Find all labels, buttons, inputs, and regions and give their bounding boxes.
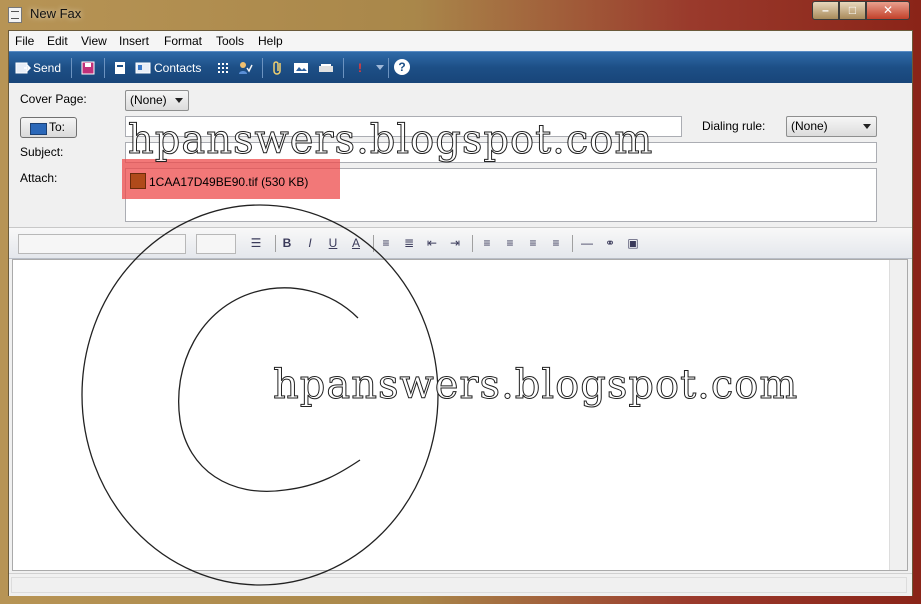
menu-bar: File Edit View Insert Format Tools Help (9, 31, 912, 51)
fax-window: New Fax – □ ✕ File Edit View Insert Form… (0, 0, 921, 604)
title-bar[interactable]: New Fax – □ ✕ (0, 0, 921, 30)
to-button-label: To: (49, 120, 66, 134)
check-names-icon[interactable] (237, 60, 253, 76)
toolbar-separator (71, 58, 72, 78)
toolbar-separator (275, 235, 276, 252)
underline-button[interactable]: U (325, 235, 341, 251)
align-right-icon[interactable]: ≡ (525, 235, 541, 251)
menu-edit[interactable]: Edit (47, 34, 68, 48)
maximize-button[interactable]: □ (839, 1, 866, 20)
tif-file-icon (130, 173, 146, 189)
close-button[interactable]: ✕ (866, 1, 910, 20)
font-color-button[interactable]: A (348, 235, 364, 251)
font-size-select[interactable] (196, 234, 236, 254)
cover-page-label: Cover Page: (20, 92, 87, 106)
insert-image-icon[interactable]: ▣ (625, 235, 641, 251)
toolbar-separator (373, 235, 374, 252)
justify-icon[interactable]: ≡ (548, 235, 564, 251)
align-left-icon[interactable]: ≡ (479, 235, 495, 251)
cover-page-icon[interactable] (112, 60, 128, 76)
main-toolbar: Send Contacts ! ? (9, 51, 912, 83)
bullet-list-icon[interactable]: ≣ (401, 235, 417, 251)
menu-view[interactable]: View (81, 34, 107, 48)
font-name-select[interactable] (18, 234, 186, 254)
subject-label: Subject: (20, 145, 64, 159)
cover-page-value: (None) (130, 93, 167, 107)
save-icon[interactable] (80, 60, 96, 76)
menu-insert[interactable]: Insert (119, 34, 149, 48)
menu-help[interactable]: Help (258, 34, 283, 48)
chevron-down-icon (175, 98, 183, 103)
paragraph-style-icon[interactable]: ☰ (248, 235, 264, 251)
dial-pad-icon[interactable] (215, 60, 231, 76)
menu-format[interactable]: Format (164, 34, 202, 48)
window-client: File Edit View Insert Format Tools Help … (8, 30, 913, 596)
contacts-button[interactable]: Contacts (154, 58, 201, 78)
help-icon[interactable]: ? (394, 59, 410, 75)
to-button[interactable]: To: (20, 117, 77, 138)
dialing-rule-value: (None) (791, 119, 828, 133)
italic-button[interactable]: I (302, 235, 318, 251)
toolbar-separator (472, 235, 473, 252)
align-center-icon[interactable]: ≡ (502, 235, 518, 251)
window-title: New Fax (30, 6, 82, 21)
toolbar-separator (572, 235, 573, 252)
contacts-icon[interactable] (135, 60, 151, 76)
send-fax-icon[interactable] (15, 60, 31, 76)
menu-file[interactable]: File (15, 34, 34, 48)
insert-picture-icon[interactable] (293, 60, 309, 76)
numbered-list-icon[interactable]: ≡ (378, 235, 394, 251)
attachment-item[interactable]: 1CAA17D49BE90.tif (530 KB) (130, 173, 308, 189)
scan-document-icon[interactable] (318, 60, 334, 76)
toolbar-separator (262, 58, 263, 78)
priority-dropdown-icon[interactable] (376, 65, 384, 70)
to-field[interactable] (125, 116, 682, 137)
dialing-rule-label: Dialing rule: (702, 119, 766, 133)
increase-indent-icon[interactable]: ⇥ (447, 235, 463, 251)
toolbar-separator (343, 58, 344, 78)
attach-label: Attach: (20, 171, 58, 185)
chevron-down-icon (863, 124, 871, 129)
vertical-scrollbar[interactable] (889, 260, 907, 570)
dialing-rule-select[interactable]: (None) (786, 116, 877, 137)
high-priority-icon[interactable]: ! (358, 58, 362, 78)
attach-paperclip-icon[interactable] (270, 60, 286, 76)
address-card-icon (30, 123, 47, 135)
attachment-filename: 1CAA17D49BE90.tif (530 KB) (149, 175, 309, 189)
horizontal-line-icon[interactable]: — (579, 235, 595, 251)
message-body[interactable] (12, 259, 908, 571)
decrease-indent-icon[interactable]: ⇤ (424, 235, 440, 251)
minimize-button[interactable]: – (812, 1, 839, 20)
toolbar-separator (388, 58, 389, 78)
fax-document-icon (8, 7, 22, 23)
status-pane (11, 577, 907, 593)
toolbar-separator (104, 58, 105, 78)
bold-button[interactable]: B (279, 235, 295, 251)
cover-page-select[interactable]: (None) (125, 90, 189, 111)
insert-link-icon[interactable]: ⚭ (602, 235, 618, 251)
formatting-toolbar: ☰ B I U A ≡ ≣ ⇤ ⇥ ≡ ≡ ≡ ≡ — ⚭ ▣ (9, 227, 912, 259)
menu-tools[interactable]: Tools (216, 34, 244, 48)
status-bar (9, 573, 912, 596)
send-button[interactable]: Send (33, 58, 61, 78)
